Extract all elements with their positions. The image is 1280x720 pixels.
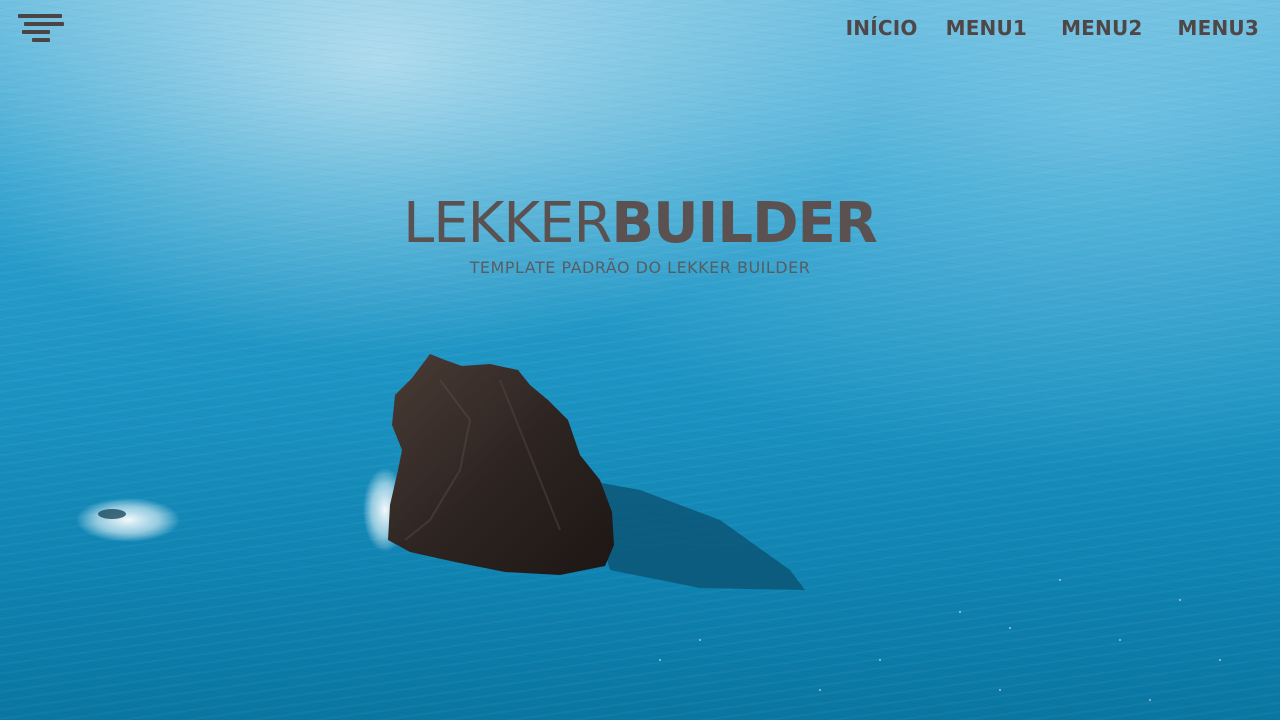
main-navigation: INÍCIO MENU1 MENU2 MENU3 (846, 14, 1259, 42)
sea-rock-background-image (76, 354, 1221, 701)
brand-title-light: LEKKER (403, 191, 612, 256)
nav-item-menu3[interactable]: MENU3 (1178, 14, 1259, 42)
brand-title-bold: BUILDER (611, 191, 878, 256)
sea-rock (388, 354, 614, 575)
hamburger-menu-icon[interactable] (18, 14, 64, 46)
hero-subtitle: TEMPLATE PADRÃO DO LEKKER BUILDER (469, 258, 811, 277)
nav-item-menu1[interactable]: MENU1 (946, 14, 1027, 42)
hero-section: INÍCIO MENU1 MENU2 MENU3 LEKKERBUILDER T… (0, 0, 1280, 720)
nav-item-menu2[interactable]: MENU2 (1061, 14, 1142, 42)
rock-shadow (585, 480, 805, 590)
hero-title-block: LEKKERBUILDER TEMPLATE PADRÃO DO LEKKER … (0, 192, 1280, 280)
nav-item-inicio[interactable]: INÍCIO (846, 14, 918, 42)
whitewater-spot (76, 498, 180, 542)
brand-title: LEKKERBUILDER (0, 192, 1280, 256)
